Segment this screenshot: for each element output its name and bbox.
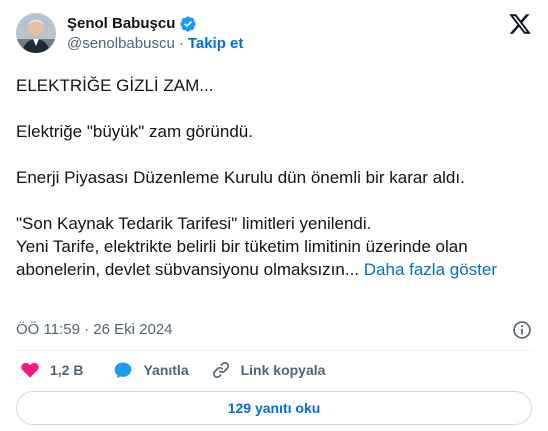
author-handle[interactable]: @senolbabuscu [67,34,175,54]
link-icon [212,361,229,379]
copy-link-label: Link kopyala [240,362,326,378]
follow-button[interactable]: Takip et [188,34,244,54]
copy-link-button[interactable]: Link kopyala [211,360,326,380]
author-name-row: Şenol Babuşcu [67,14,243,33]
reply-label: Yanıtla [143,362,189,378]
read-replies-button[interactable]: 129 yanıtı oku [16,391,532,425]
avatar-image [16,13,56,53]
tweet-header: Şenol Babuşcu @senolbabuscu · Takip et [16,10,532,58]
show-more-link[interactable]: Daha fazla göster [364,260,497,279]
tweet-paragraph: Elektriğe "büyük" zam göründü. [16,122,253,141]
verified-badge-icon [179,15,197,33]
tweet-paragraph: Enerji Piyasası Düzenleme Kurulu dün öne… [16,168,465,187]
author-name[interactable]: Şenol Babuşcu [67,14,175,33]
tweet-paragraph: ELEKTRİĞE GİZLİ ZAM... [16,76,214,95]
x-logo-icon[interactable] [508,12,532,36]
speech-bubble-icon [115,362,132,378]
tweet-timestamp[interactable]: ÖÖ 11:59 · 26 Eki 2024 [16,320,172,340]
divider [16,350,532,351]
author-handle-row: @senolbabuscu · Takip et [67,34,243,54]
like-button[interactable]: 1,2 B [20,360,83,380]
reply-button[interactable]: Yanıtla [113,360,189,380]
tweet-actions: 1,2 B Yanıtla Link kopyala [16,359,325,381]
tweet-paragraph-last: "Son Kaynak Tedarik Tarifesi" limitleri … [16,212,536,281]
like-count: 1,2 B [50,362,84,378]
tweet-text: ELEKTRİĞE GİZLİ ZAM... Elektriğe "büyük"… [16,74,536,281]
read-replies-label: 129 yanıtı oku [227,400,321,416]
heart-icon [21,362,39,378]
author-info: Şenol Babuşcu @senolbabuscu · Takip et [67,14,243,54]
avatar[interactable] [16,13,56,53]
separator-dot: · [178,35,184,52]
info-icon[interactable] [512,320,532,340]
